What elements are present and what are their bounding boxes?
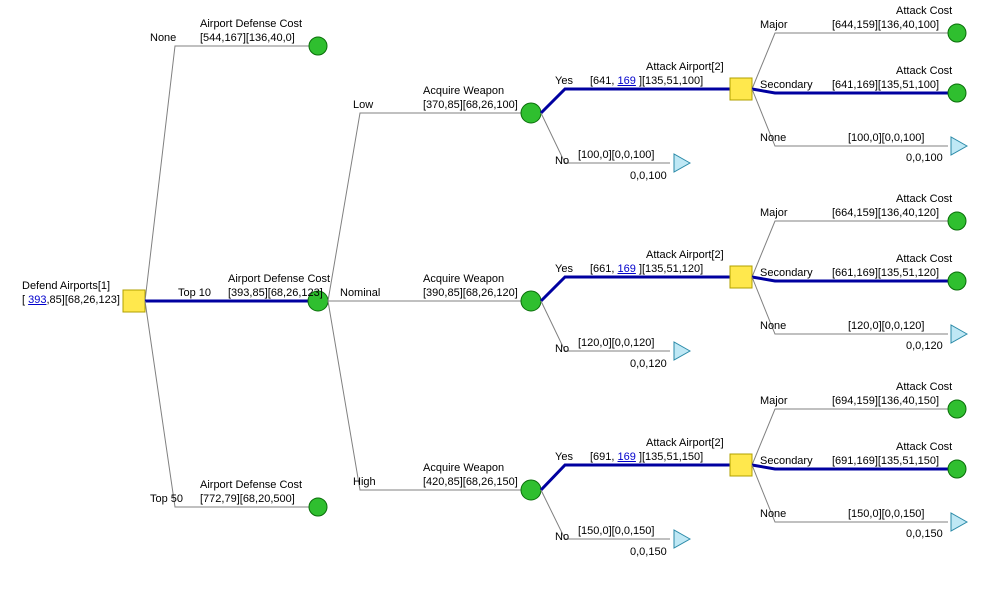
edge (752, 277, 948, 334)
terminal-triangle-icon (951, 325, 967, 343)
terminal-triangle-icon (674, 154, 690, 172)
edge-optimal (541, 89, 730, 113)
chance-node-icon (521, 480, 541, 500)
edge-optimal (541, 465, 730, 490)
edge (328, 301, 522, 490)
terminal-node-icon (309, 37, 327, 55)
decision-node-icon (730, 78, 752, 100)
edge (328, 113, 522, 301)
chance-node-icon (308, 291, 328, 311)
edge-optimal (752, 89, 948, 93)
edge (752, 465, 948, 522)
chance-node-icon (521, 103, 541, 123)
edge (752, 409, 948, 465)
terminal-node-icon (948, 272, 966, 290)
edge (541, 490, 670, 539)
edge (145, 301, 309, 507)
edge (541, 301, 670, 351)
terminal-node-icon (948, 84, 966, 102)
edge (541, 113, 670, 163)
terminal-triangle-icon (674, 530, 690, 548)
terminal-triangle-icon (674, 342, 690, 360)
edge-optimal (541, 277, 730, 301)
terminal-triangle-icon (951, 137, 967, 155)
chance-node-icon (521, 291, 541, 311)
decision-node-icon (730, 266, 752, 288)
edge (752, 33, 948, 89)
edge-optimal (752, 277, 948, 281)
terminal-node-icon (948, 460, 966, 478)
tree-canvas (0, 0, 991, 594)
terminal-node-icon (948, 212, 966, 230)
terminal-node-icon (309, 498, 327, 516)
decision-node-icon (730, 454, 752, 476)
terminal-triangle-icon (951, 513, 967, 531)
edge-optimal (752, 465, 948, 469)
edge (145, 46, 309, 301)
terminal-node-icon (948, 400, 966, 418)
edge (752, 89, 948, 146)
decision-node-icon (123, 290, 145, 312)
terminal-node-icon (948, 24, 966, 42)
edge (752, 221, 948, 277)
